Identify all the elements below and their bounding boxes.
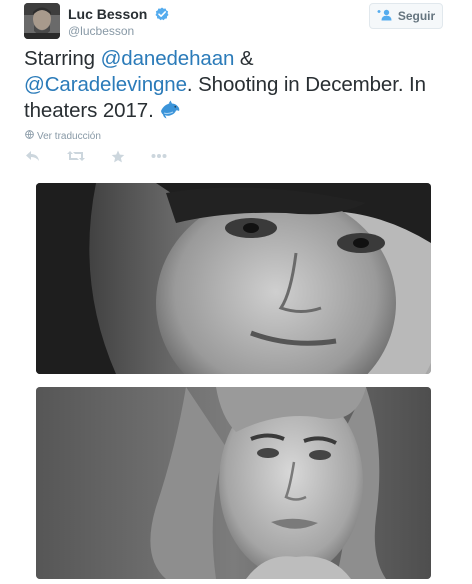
photo-cara-delevingne[interactable] <box>36 387 431 579</box>
tweet-actions <box>25 147 193 165</box>
user-handle[interactable]: @lucbesson <box>68 24 169 38</box>
verified-badge-icon <box>155 7 169 21</box>
tweet-header: Luc Besson @lucbesson Seguir <box>24 3 444 39</box>
user-fullname[interactable]: Luc Besson <box>68 6 147 22</box>
tweet-text-part: & <box>234 47 254 70</box>
mention-link[interactable]: @Caradelevingne <box>24 73 187 96</box>
translate-link[interactable]: Ver traducción <box>25 130 101 142</box>
globe-icon <box>25 130 34 142</box>
dolphin-icon <box>159 100 181 127</box>
translate-label: Ver traducción <box>37 130 101 142</box>
follow-button-label: Seguir <box>397 9 436 23</box>
user-names: Luc Besson @lucbesson <box>68 5 169 38</box>
retweet-icon[interactable] <box>67 150 85 162</box>
follow-button[interactable]: Seguir <box>369 3 443 29</box>
add-person-icon <box>377 9 393 24</box>
favorite-icon[interactable] <box>111 150 125 163</box>
photo-dane-dehaan[interactable] <box>36 183 431 374</box>
mention-link[interactable]: @danedehaan <box>101 47 235 70</box>
reply-icon[interactable] <box>25 150 41 162</box>
more-icon[interactable] <box>151 153 167 159</box>
tweet-text: Starring @danedehaan & @Caradelevingne. S… <box>24 46 454 127</box>
avatar[interactable] <box>24 3 60 39</box>
tweet-text-part: Starring <box>24 47 101 70</box>
